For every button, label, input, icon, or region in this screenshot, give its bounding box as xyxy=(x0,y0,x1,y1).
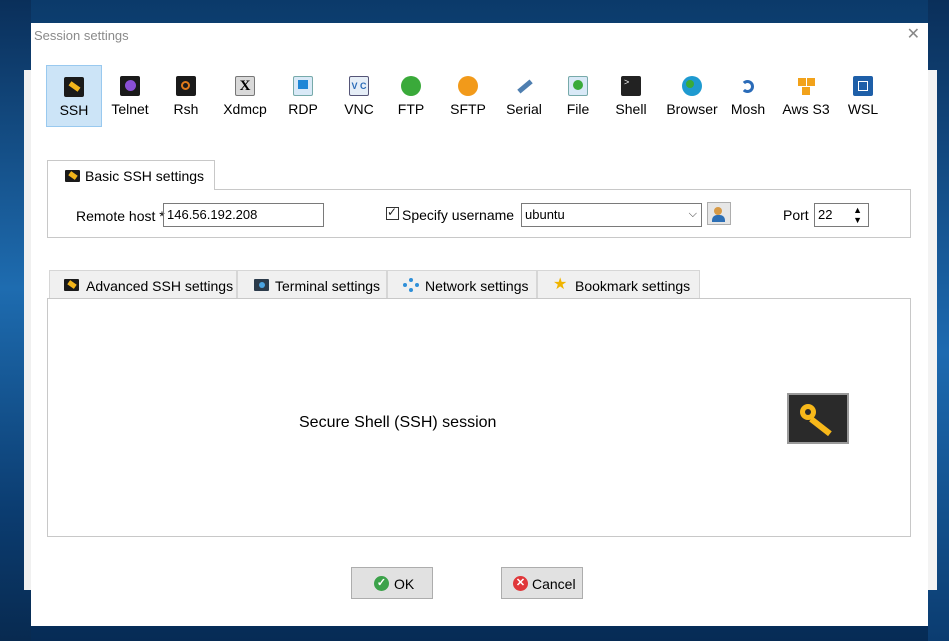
basic-ssh-settings-panel: Remote host * 146.56.192.208 Specify use… xyxy=(47,189,911,238)
port-label: Port xyxy=(783,207,809,223)
port-value: 22 xyxy=(818,207,833,222)
terminal-icon xyxy=(254,279,269,291)
spin-down-icon[interactable]: ▼ xyxy=(853,215,862,225)
aws-s3-icon xyxy=(796,76,816,96)
session-type-label: VNC xyxy=(344,101,374,117)
session-type-label: Browser xyxy=(666,101,718,117)
tab-label: Basic SSH settings xyxy=(85,168,205,184)
ssh-key-icon xyxy=(64,77,84,97)
tab-label: Advanced SSH settings xyxy=(86,278,234,294)
tab-bookmark-settings[interactable]: ★ Bookmark settings xyxy=(537,270,700,299)
session-settings-dialog: Session settings ✕ SSH Telnet Rsh X Xdmc… xyxy=(31,23,928,626)
session-type-shell[interactable]: > Shell xyxy=(606,65,656,127)
session-type-browser[interactable]: Browser xyxy=(663,65,721,127)
vnc-icon: V C xyxy=(349,76,369,96)
specify-username-label[interactable]: Specify username xyxy=(402,207,514,223)
tab-network-settings[interactable]: Network settings xyxy=(387,270,537,299)
ftp-globe-icon xyxy=(401,76,421,96)
session-type-label: Serial xyxy=(506,101,542,117)
spin-up-icon[interactable]: ▲ xyxy=(853,205,862,215)
sftp-globe-icon xyxy=(458,76,478,96)
tab-label: Network settings xyxy=(425,278,529,294)
window-title: Session settings xyxy=(34,28,129,43)
remote-host-label: Remote host * xyxy=(76,208,165,224)
session-description: Secure Shell (SSH) session xyxy=(299,414,497,431)
session-type-rsh[interactable]: Rsh xyxy=(159,65,213,127)
key-shaft xyxy=(809,416,832,437)
shell-icon: > xyxy=(621,76,641,96)
session-type-ssh[interactable]: SSH xyxy=(46,65,102,127)
user-manager-button[interactable] xyxy=(707,202,731,225)
session-type-ftp[interactable]: FTP xyxy=(388,65,434,127)
ssh-key-icon xyxy=(64,279,79,291)
xdmcp-icon: X xyxy=(235,76,255,96)
tab-label: Bookmark settings xyxy=(575,278,691,294)
session-type-label: WSL xyxy=(847,101,879,117)
session-type-label: Shell xyxy=(615,101,647,117)
cancel-label: Cancel xyxy=(532,576,576,592)
mosh-icon xyxy=(738,76,758,96)
session-type-label: SSH xyxy=(59,102,89,118)
specify-username-checkbox[interactable] xyxy=(386,205,399,220)
session-type-xdmcp[interactable]: X Xdmcp xyxy=(215,65,275,127)
cancel-button[interactable]: ✕ Cancel xyxy=(501,567,583,599)
rsh-icon xyxy=(176,76,196,96)
user-icon-body xyxy=(712,215,725,222)
ssh-key-icon xyxy=(65,170,80,182)
session-description-panel: Secure Shell (SSH) session xyxy=(47,298,911,537)
wsl-icon xyxy=(853,76,873,96)
session-type-label: Rsh xyxy=(173,101,199,117)
session-type-file[interactable]: File xyxy=(556,65,600,127)
session-type-label: RDP xyxy=(288,101,318,117)
check-icon: ✓ xyxy=(374,576,389,591)
session-type-label: FTP xyxy=(397,101,425,117)
remote-host-input[interactable]: 146.56.192.208 xyxy=(163,203,324,227)
session-type-label: Aws S3 xyxy=(782,101,830,117)
session-type-rdp[interactable]: RDP xyxy=(277,65,329,127)
tab-basic-ssh-settings[interactable]: Basic SSH settings xyxy=(47,160,215,190)
session-type-label: Telnet xyxy=(111,101,149,117)
cancel-x-icon: ✕ xyxy=(513,576,528,591)
session-type-label: SFTP xyxy=(450,101,486,117)
session-type-wsl[interactable]: WSL xyxy=(843,65,883,127)
port-spinner[interactable]: 22 ▲ ▼ xyxy=(814,203,869,227)
session-type-label: Mosh xyxy=(730,101,766,117)
tab-terminal-settings[interactable]: Terminal settings xyxy=(237,270,387,299)
username-value: ubuntu xyxy=(525,207,565,222)
close-icon[interactable]: ✕ xyxy=(907,26,920,44)
session-type-aws-s3[interactable]: Aws S3 xyxy=(776,65,836,127)
network-icon xyxy=(403,278,419,292)
ok-label: OK xyxy=(394,576,415,592)
ok-button[interactable]: ✓ OK xyxy=(351,567,433,599)
session-type-telnet[interactable]: Telnet xyxy=(103,65,157,127)
username-combobox[interactable]: ubuntu ⌵ xyxy=(521,203,702,227)
tab-label: Terminal settings xyxy=(275,278,381,294)
telnet-icon xyxy=(120,76,140,96)
browser-globe-icon xyxy=(682,76,702,96)
star-icon: ★ xyxy=(553,276,568,293)
session-type-mosh[interactable]: Mosh xyxy=(726,65,770,127)
session-type-vnc[interactable]: V C VNC xyxy=(332,65,386,127)
chevron-down-icon[interactable]: ⌵ xyxy=(689,208,697,221)
serial-icon xyxy=(514,76,534,96)
background-window-edge-right xyxy=(927,70,937,590)
file-icon xyxy=(568,76,588,96)
user-icon-head xyxy=(714,207,722,215)
tab-advanced-ssh-settings[interactable]: Advanced SSH settings xyxy=(49,270,237,299)
ssh-key-large-icon xyxy=(787,393,849,444)
session-type-serial[interactable]: Serial xyxy=(498,65,550,127)
rdp-icon xyxy=(293,76,313,96)
session-type-label: Xdmcp xyxy=(223,101,267,117)
session-type-label: File xyxy=(566,101,590,117)
session-type-sftp[interactable]: SFTP xyxy=(444,65,492,127)
